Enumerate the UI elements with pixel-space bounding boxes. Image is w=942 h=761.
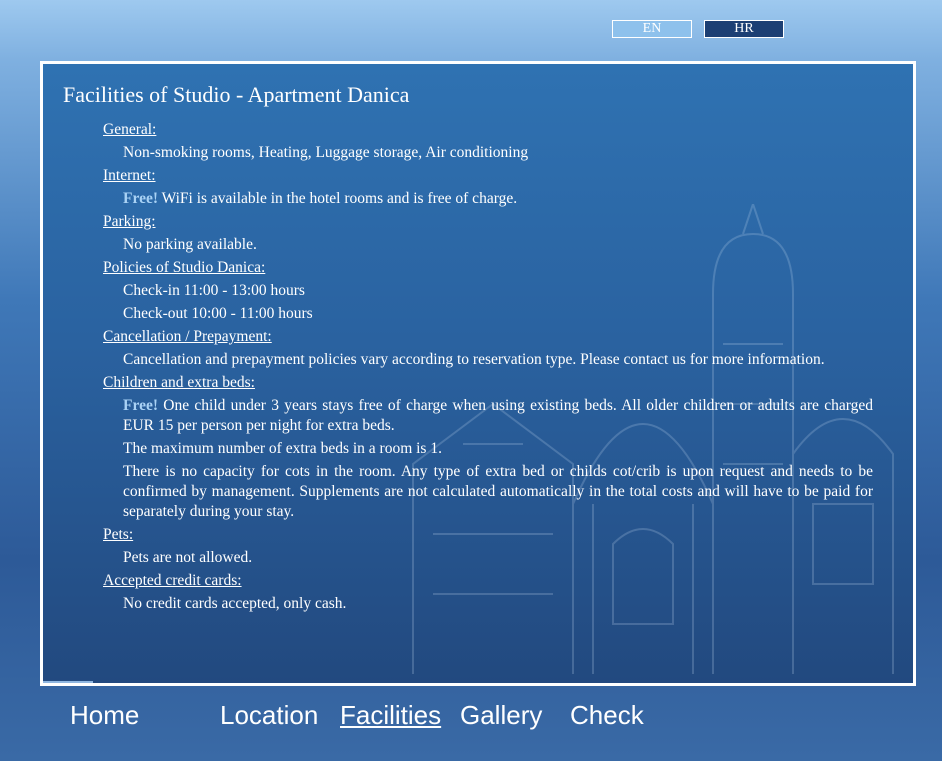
free-badge: Free! [123,190,158,207]
language-hr-button[interactable]: HR [704,20,784,38]
section-parking-link[interactable]: Parking: [103,212,875,232]
children-item: Free! One child under 3 years stays free… [123,396,873,436]
checkin-item: Check-in 11:00 - 13:00 hours [123,282,305,299]
cancellation-item: Cancellation and prepayment policies var… [123,351,825,368]
section-cancellation-link[interactable]: Cancellation / Prepayment: [103,327,875,347]
children-text: One child under 3 years stays free of ch… [123,397,873,434]
extra-beds-item: The maximum number of extra beds in a ro… [123,440,442,457]
internet-text: WiFi is available in the hotel rooms and… [158,190,518,207]
panel-corner-divider [43,681,93,683]
section-pets-link[interactable]: Pets: [103,525,875,545]
pets-item: Pets are not allowed. [123,549,253,566]
cots-item: There is no capacity for cots in the roo… [123,463,873,520]
language-en-button[interactable]: EN [612,20,692,38]
credit-cards-item: No credit cards accepted, only cash. [123,595,347,612]
section-internet-link[interactable]: Internet: [103,166,875,186]
nav-check[interactable]: Check [570,699,644,731]
page-title: Facilities of Studio - Apartment Danica [63,82,410,107]
nav-home[interactable]: Home [70,699,139,731]
section-policies-link[interactable]: Policies of Studio Danica: [103,258,875,278]
nav-location[interactable]: Location [220,699,318,731]
nav-gallery[interactable]: Gallery [460,699,542,731]
internet-item: Free! WiFi is available in the hotel roo… [123,189,873,209]
nav-facilities[interactable]: Facilities [340,699,441,731]
section-credit-cards-link[interactable]: Accepted credit cards: [103,571,875,591]
facilities-content: Facilities of Studio - Apartment Danica … [63,82,875,614]
section-children-link[interactable]: Children and extra beds: [103,373,875,393]
facilities-panel: Facilities of Studio - Apartment Danica … [40,61,916,686]
parking-item: No parking available. [123,236,257,253]
checkout-item: Check-out 10:00 - 11:00 hours [123,305,313,322]
general-item: Non-smoking rooms, Heating, Luggage stor… [123,144,529,161]
free-badge: Free! [123,397,158,414]
section-general-link[interactable]: General: [103,120,875,140]
